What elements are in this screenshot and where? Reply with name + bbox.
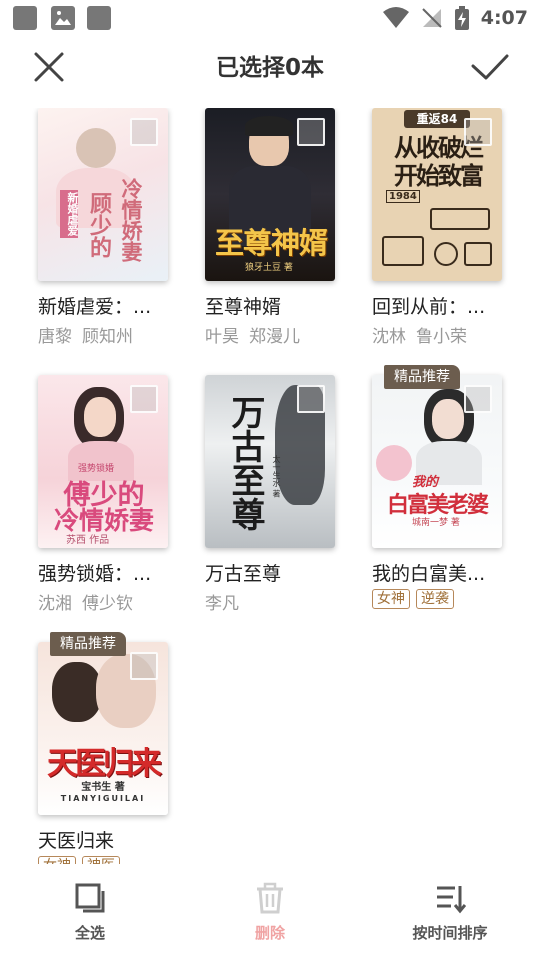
- cover-title: 冷情娇妻: [119, 178, 143, 262]
- delete-button[interactable]: 删除: [210, 882, 330, 943]
- no-signal-icon: [422, 8, 442, 28]
- cover-subtitle: 新婚虐爱: [60, 190, 79, 238]
- select-all-label: 全选: [74, 924, 105, 942]
- book-tags: 女神 神医: [38, 856, 120, 864]
- author-name: 沈湘: [38, 594, 72, 614]
- cover-author: 宝书生 著: [81, 782, 125, 793]
- select-checkbox[interactable]: [130, 118, 158, 146]
- cover-illustration: [464, 242, 492, 266]
- cover-title: 顾少的: [86, 192, 111, 258]
- cover-illustration: [84, 397, 116, 437]
- image-notification-icon: [51, 6, 75, 30]
- book-authors: 沈林 鲁小荣: [372, 322, 512, 347]
- tag: 神医: [82, 856, 120, 864]
- cover-pinyin: TIANYIGUILAI: [60, 794, 146, 803]
- premium-badge: 精品推荐: [50, 632, 126, 656]
- cover-author: 苏西 作品: [66, 535, 110, 546]
- premium-badge: 精品推荐: [384, 365, 460, 389]
- cover-author: 太一生水 著: [272, 455, 281, 498]
- author-name: 顾知州: [82, 327, 133, 347]
- select-checkbox[interactable]: [130, 652, 158, 680]
- select-all-icon: [75, 883, 105, 913]
- status-time: 4:07: [480, 7, 528, 29]
- battery-charging-icon: [454, 6, 469, 30]
- author-name: 李凡: [205, 594, 239, 614]
- wifi-icon: [382, 7, 409, 28]
- status-bar: 4:07: [0, 0, 540, 36]
- page-title: 已选择0本: [215, 55, 324, 81]
- book-tags: 女神 逆袭: [372, 589, 454, 609]
- notification-icon: [87, 6, 111, 30]
- cover-illustration: [432, 399, 464, 439]
- book-authors: 李凡: [205, 589, 345, 614]
- cover-illustration: [430, 208, 490, 230]
- book-authors: 唐黎 顾知州: [38, 322, 178, 347]
- cover-illustration: [382, 236, 424, 266]
- author-name: 傅少钦: [82, 594, 133, 614]
- trash-icon: [257, 882, 283, 914]
- select-checkbox[interactable]: [464, 385, 492, 413]
- author-name: 鲁小荣: [416, 327, 467, 347]
- cover-subtitle: 重返84: [404, 110, 470, 128]
- book-title: 我的白富美...: [372, 563, 486, 585]
- book-authors: 沈湘 傅少钦: [38, 589, 178, 614]
- book-title: 回到从前：...: [372, 296, 486, 318]
- select-checkbox[interactable]: [130, 385, 158, 413]
- sort-icon: [437, 886, 466, 914]
- header: 已选择0本: [0, 36, 540, 96]
- tag: 女神: [38, 856, 76, 864]
- cover-title: 天医归来: [47, 746, 162, 782]
- bottom-action-bar: 全选 删除 按时间排序: [0, 870, 540, 960]
- check-icon[interactable]: [470, 48, 510, 86]
- book-title: 万古至尊: [205, 563, 282, 585]
- cover-title: 开始致富: [394, 162, 484, 190]
- book-title: 至尊神婿: [205, 296, 282, 318]
- delete-label: 删除: [254, 924, 285, 942]
- book-title: 新婚虐爱：...: [38, 296, 152, 318]
- cover-author: 城南一梦 著: [412, 518, 460, 528]
- cover-illustration: [76, 128, 116, 168]
- select-checkbox[interactable]: [297, 385, 325, 413]
- book-title: 天医归来: [38, 830, 115, 852]
- author-name: 沈林: [372, 327, 406, 347]
- author-name: 唐黎: [38, 327, 72, 347]
- notification-icon: [13, 6, 37, 30]
- cover-illustration: [434, 242, 458, 266]
- author-name: 郑漫儿: [249, 327, 300, 347]
- cover-illustration: [376, 445, 412, 481]
- select-all-button[interactable]: 全选: [30, 882, 150, 943]
- cover-title: 万古至尊: [225, 395, 265, 531]
- cover-year: 1984: [386, 190, 420, 203]
- book-authors: 叶昊 郑漫儿: [205, 322, 345, 347]
- sort-label: 按时间排序: [412, 924, 488, 942]
- select-checkbox[interactable]: [297, 118, 325, 146]
- cover-illustration: [245, 116, 293, 136]
- cover-subtitle: 狼牙土豆 著: [245, 263, 293, 273]
- cover-title: 至尊神婿: [214, 226, 328, 260]
- book-title: 强势锁婚：...: [38, 563, 152, 585]
- select-checkbox[interactable]: [464, 118, 492, 146]
- book-grid: 冷情娇妻 顾少的 新婚虐爱 新婚虐爱：... 唐黎 顾知州 至尊神婿 狼牙土豆 著…: [0, 108, 540, 864]
- sort-by-time-button[interactable]: 按时间排序: [390, 882, 510, 943]
- author-name: 叶昊: [205, 327, 239, 347]
- tag: 逆袭: [416, 589, 454, 609]
- tag: 女神: [372, 589, 410, 609]
- cover-illustration: [52, 662, 102, 722]
